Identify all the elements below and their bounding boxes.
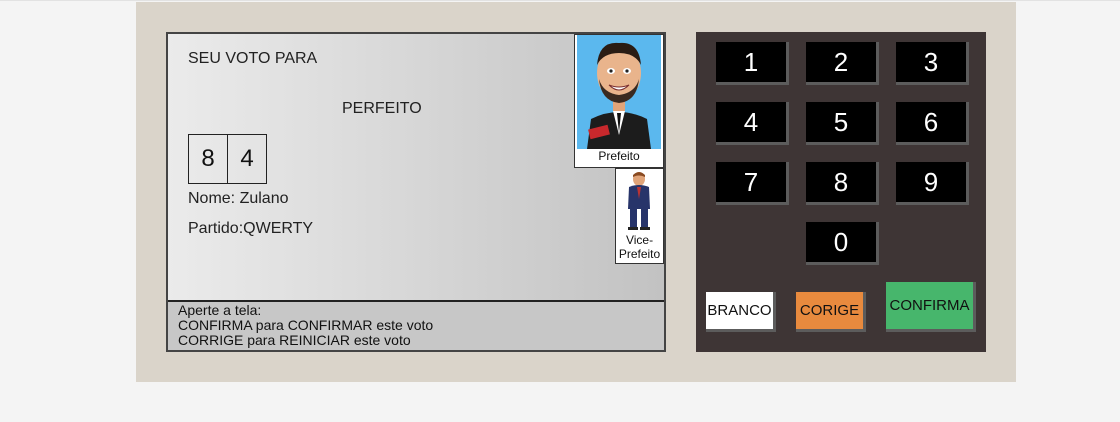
key-9[interactable]: 9 xyxy=(896,162,969,205)
key-4[interactable]: 4 xyxy=(716,102,789,145)
office-name: PERFEITO xyxy=(342,100,422,117)
key-7[interactable]: 7 xyxy=(716,162,789,205)
digit-box-1: 8 xyxy=(188,134,228,184)
confirma-button[interactable]: CONFIRMA xyxy=(886,282,976,332)
vote-title: SEU VOTO PARA xyxy=(188,50,318,67)
key-6[interactable]: 6 xyxy=(896,102,969,145)
key-1[interactable]: 1 xyxy=(716,42,789,85)
corrige-button[interactable]: CORIGE xyxy=(796,292,866,332)
candidate-photo xyxy=(577,35,661,149)
number-digits: 8 4 xyxy=(188,134,267,184)
keypad: 1 2 3 4 5 6 7 8 9 0 BRANCO CORIGE CONFIR… xyxy=(696,32,986,352)
top-divider xyxy=(0,0,1120,1)
key-2[interactable]: 2 xyxy=(806,42,879,85)
vice-candidate-photo xyxy=(617,169,662,233)
candidate-card: Prefeito xyxy=(574,34,664,168)
vice-caption-line1: Vice- xyxy=(625,233,654,247)
instruction-line: Aperte a tela: xyxy=(178,302,262,318)
vice-caption-line2: Prefeito xyxy=(618,247,661,261)
instruction-line: CORRIGE para REINICIAR este voto xyxy=(178,332,411,348)
branco-button[interactable]: BRANCO xyxy=(706,292,776,332)
key-0[interactable]: 0 xyxy=(806,222,879,265)
candidate-caption: Prefeito xyxy=(598,149,640,163)
voting-machine: SEU VOTO PARA PERFEITO 8 4 Nome: Zulano … xyxy=(136,2,1016,382)
vice-candidate-card: Vice- Prefeito xyxy=(615,168,664,264)
digit-box-2: 4 xyxy=(228,134,267,184)
instruction-line: CONFIRMA para CONFIRMAR este voto xyxy=(178,317,434,333)
instructions-panel: Aperte a tela: CONFIRMA para CONFIRMAR e… xyxy=(168,300,664,350)
vice-caption: Vice- Prefeito xyxy=(616,233,663,261)
key-8[interactable]: 8 xyxy=(806,162,879,205)
key-5[interactable]: 5 xyxy=(806,102,879,145)
candidate-name: Nome: Zulano xyxy=(188,190,289,207)
candidate-party: Partido:QWERTY xyxy=(188,220,314,237)
voting-screen: SEU VOTO PARA PERFEITO 8 4 Nome: Zulano … xyxy=(166,32,666,352)
key-3[interactable]: 3 xyxy=(896,42,969,85)
screen-content: SEU VOTO PARA PERFEITO 8 4 Nome: Zulano … xyxy=(168,34,664,300)
